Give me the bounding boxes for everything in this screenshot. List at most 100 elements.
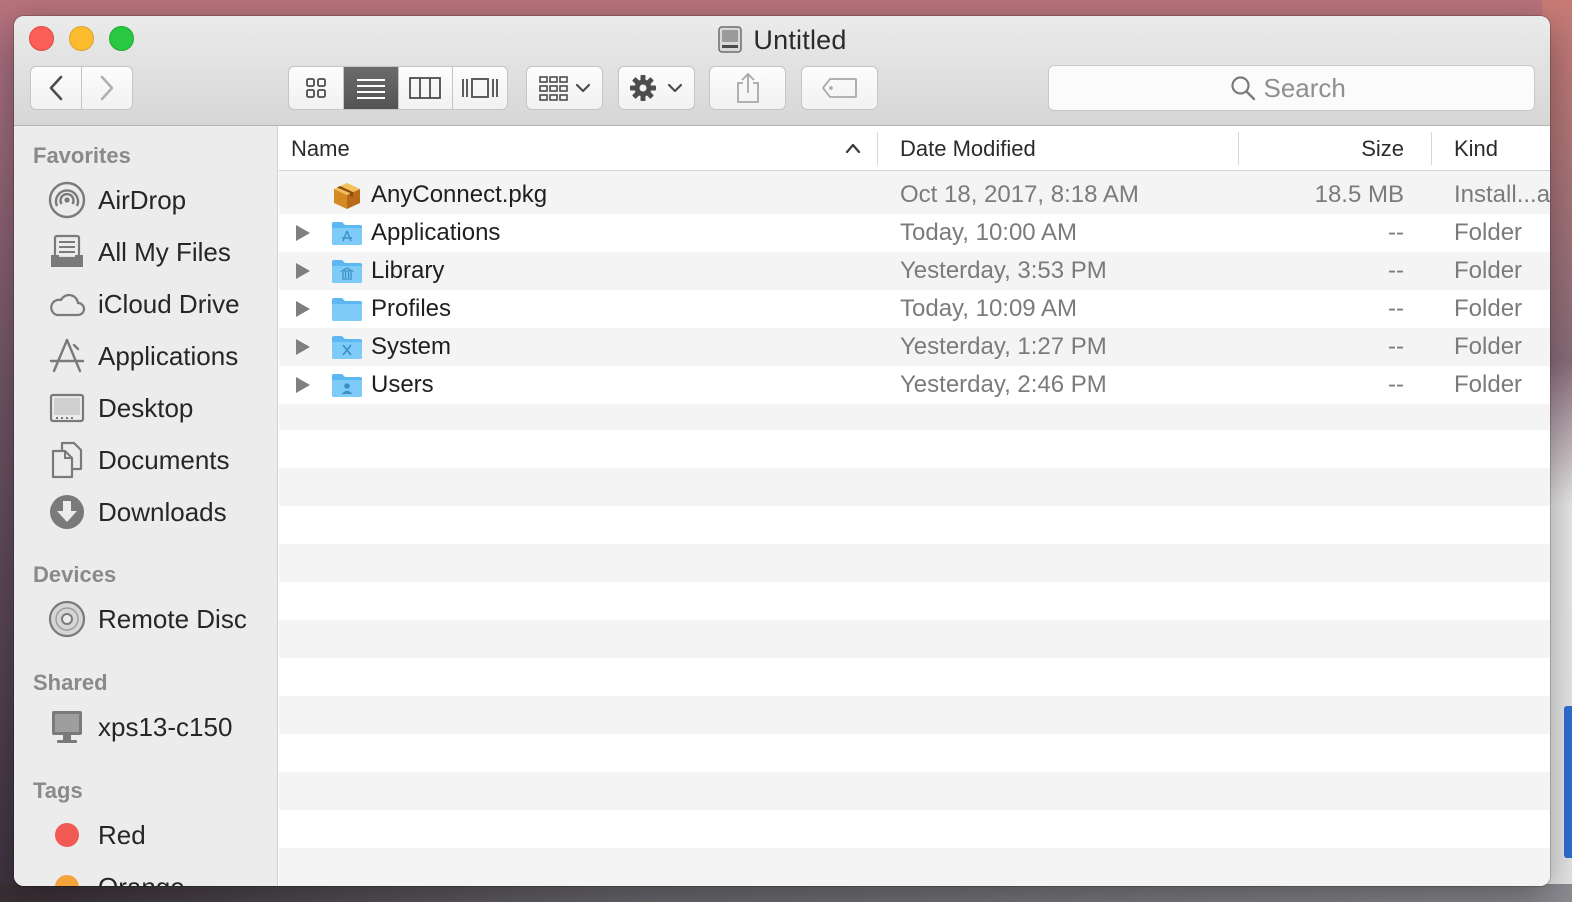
file-name: Profiles xyxy=(371,295,452,322)
column-divider[interactable] xyxy=(877,132,878,165)
sidebar-item-applications[interactable]: Applications xyxy=(48,334,238,378)
file-row[interactable]: System Yesterday, 1:27 PM -- Folder xyxy=(279,328,1550,366)
sidebar-item-airdrop[interactable]: AirDrop xyxy=(48,178,186,222)
sidebar-item-label: Red xyxy=(98,819,146,850)
disk-image-icon xyxy=(718,26,743,53)
disclosure-triangle-icon[interactable] xyxy=(295,252,311,290)
chevron-left-icon xyxy=(49,75,63,101)
chevron-down-icon xyxy=(575,83,590,93)
sidebar-header-devices: Devices xyxy=(33,562,117,587)
file-kind: Install...a xyxy=(1454,181,1550,208)
file-date: Yesterday, 3:53 PM xyxy=(900,257,1107,284)
file-size: -- xyxy=(1388,371,1404,398)
file-name: AnyConnect.pkg xyxy=(371,181,548,208)
tags-button[interactable] xyxy=(801,66,878,110)
column-header-size-label: Size xyxy=(1361,135,1404,161)
tag-icon xyxy=(821,78,857,98)
disc-icon xyxy=(48,600,86,638)
file-kind: Folder xyxy=(1454,257,1523,284)
disclosure-triangle-icon[interactable] xyxy=(295,328,311,366)
file-name: System xyxy=(371,333,452,360)
sidebar-item-icloud-drive[interactable]: iCloud Drive xyxy=(48,282,240,326)
sidebar-item-documents[interactable]: Documents xyxy=(48,438,230,482)
sidebar-item-remote-disc[interactable]: Remote Disc xyxy=(48,597,247,641)
sidebar-item-xps13-c150[interactable]: xps13-c150 xyxy=(48,705,232,749)
file-size: -- xyxy=(1388,333,1404,360)
library-folder-icon xyxy=(331,252,363,290)
search-input[interactable] xyxy=(1263,72,1354,104)
disclosure-triangle-icon[interactable] xyxy=(295,366,311,404)
file-list: Name Date Modified Size Kind AnyConnect.… xyxy=(279,126,1550,886)
column-header-date-label: Date Modified xyxy=(900,135,1036,161)
sidebar-item-label: Remote Disc xyxy=(98,603,247,634)
sidebar-header-tags: Tags xyxy=(33,778,83,803)
share-icon xyxy=(736,72,759,103)
icon-grid-icon xyxy=(305,78,326,98)
column-divider[interactable] xyxy=(1238,132,1239,165)
file-date: Today, 10:09 AM xyxy=(900,295,1077,322)
all-files-icon xyxy=(48,233,86,271)
finder-window: Untitled Search Favorites AirDrop All My… xyxy=(14,16,1550,886)
disclosure-triangle-icon[interactable] xyxy=(295,214,311,252)
file-size: 18.5 MB xyxy=(1314,181,1404,208)
file-date: Oct 18, 2017, 8:18 AM xyxy=(900,181,1139,208)
list-view-button[interactable] xyxy=(343,67,399,109)
file-kind: Folder xyxy=(1454,219,1523,246)
downloads-icon xyxy=(48,493,86,531)
titlebar: Untitled xyxy=(14,16,1550,126)
sidebar-item-label: AirDrop xyxy=(98,184,187,215)
users-folder-icon xyxy=(331,366,363,404)
file-kind: Folder xyxy=(1454,333,1523,360)
action-button[interactable] xyxy=(618,66,695,110)
file-row[interactable]: AnyConnect.pkg Oct 18, 2017, 8:18 AM 18.… xyxy=(279,176,1550,214)
window-title-text: Untitled xyxy=(753,25,847,55)
window-title: Untitled xyxy=(14,24,1550,56)
forward-button[interactable] xyxy=(81,66,133,110)
sidebar-item-desktop[interactable]: Desktop xyxy=(48,386,193,430)
share-button[interactable] xyxy=(709,66,786,110)
sidebar-item-tag-orange[interactable]: Orange xyxy=(48,865,185,886)
arrange-button[interactable] xyxy=(526,66,603,110)
sidebar-item-label: Applications xyxy=(98,340,239,371)
applications-icon xyxy=(48,337,86,375)
sidebar-header-shared: Shared xyxy=(33,670,108,695)
icon-view-button[interactable] xyxy=(289,67,344,109)
column-header-name[interactable]: Name xyxy=(291,126,861,171)
file-size: -- xyxy=(1388,295,1404,322)
back-button[interactable] xyxy=(30,66,82,110)
file-row[interactable]: Profiles Today, 10:09 AM -- Folder xyxy=(279,290,1550,328)
folder-icon xyxy=(331,290,363,328)
file-size: -- xyxy=(1388,219,1404,246)
desktop-icon xyxy=(48,389,86,427)
sidebar-item-label: Desktop xyxy=(98,392,194,423)
tag-red-dot-icon xyxy=(48,816,86,854)
sidebar-item-all-my-files[interactable]: All My Files xyxy=(48,230,231,274)
file-row[interactable]: Applications Today, 10:00 AM -- Folder xyxy=(279,214,1550,252)
view-mode-switcher xyxy=(288,66,508,110)
column-divider[interactable] xyxy=(1431,132,1432,165)
sidebar-item-tag-red[interactable]: Red xyxy=(48,813,146,857)
column-header-kind[interactable]: Kind xyxy=(1454,126,1498,171)
file-kind: Folder xyxy=(1454,295,1523,322)
sidebar-item-label: Orange xyxy=(98,872,185,887)
airdrop-icon xyxy=(48,181,86,219)
file-name: Library xyxy=(371,257,445,284)
file-kind: Folder xyxy=(1454,371,1523,398)
tag-orange-dot-icon xyxy=(48,868,86,886)
sidebar-item-label: iCloud Drive xyxy=(98,288,240,319)
file-row[interactable]: Users Yesterday, 2:46 PM -- Folder xyxy=(279,366,1550,404)
disclosure-triangle-icon[interactable] xyxy=(295,290,311,328)
sidebar-item-label: Downloads xyxy=(98,496,227,527)
search-icon xyxy=(1230,76,1255,101)
column-header-date[interactable]: Date Modified xyxy=(900,126,1036,171)
file-date: Yesterday, 2:46 PM xyxy=(900,371,1107,398)
sidebar-item-downloads[interactable]: Downloads xyxy=(48,490,227,534)
cover-flow-button[interactable] xyxy=(453,67,507,109)
column-header-kind-label: Kind xyxy=(1454,135,1499,161)
search-field[interactable] xyxy=(1048,65,1535,111)
cover-flow-icon xyxy=(462,78,499,98)
column-view-button[interactable] xyxy=(399,67,454,109)
sidebar-item-label: Documents xyxy=(98,444,230,475)
column-header-size[interactable]: Size xyxy=(1259,126,1404,171)
file-row[interactable]: Library Yesterday, 3:53 PM -- Folder xyxy=(279,252,1550,290)
